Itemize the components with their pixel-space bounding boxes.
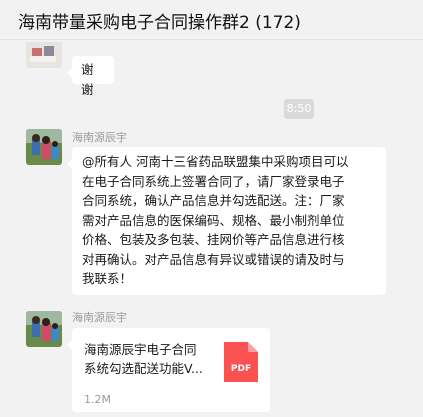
message-text: 谢谢 bbox=[81, 62, 94, 97]
pdf-icon-label: PDF bbox=[230, 364, 252, 374]
message-line: 价格、包装及多包装、挂网价等产品信息进行核 bbox=[82, 232, 345, 247]
avatar[interactable] bbox=[26, 42, 62, 68]
avatar[interactable] bbox=[26, 129, 62, 165]
message-line: 对再确认。对产品信息有异议或错误的请及时与 bbox=[82, 251, 345, 267]
sender-name: 海南源辰宇 bbox=[72, 311, 127, 324]
message-line: 需对产品信息的医保编码、规格、最小制剂单位 bbox=[82, 212, 345, 228]
message-bubble[interactable]: @所有人 河南十三省药品联盟集中采购项目可以 在电子合同系统上签署合同了，请厂家… bbox=[67, 147, 386, 295]
pdf-file-icon: PDF bbox=[224, 342, 258, 382]
file-size: 1.2M bbox=[84, 393, 111, 406]
sender-name: 海南源辰宇 bbox=[72, 131, 127, 144]
chat-title: 海南带量采购电子合同操作群2 (172) bbox=[18, 13, 301, 33]
message-line: 合同系统，确认产品信息并勾选配送。注：厂家 bbox=[82, 193, 345, 208]
message-line: 在电子合同系统上签署合同了，请厂家登录电子 bbox=[82, 173, 345, 189]
message-line: @所有人 河南十三省药品联盟集中采购项目可以 bbox=[82, 154, 349, 169]
avatar[interactable] bbox=[26, 311, 62, 347]
file-message[interactable]: 海南源辰宇电子合同 系统勾选配送功能V... 1.2M PDF bbox=[67, 328, 270, 412]
message-line: 我联系！ bbox=[82, 271, 133, 286]
message-bubble[interactable]: 谢谢 bbox=[67, 56, 114, 97]
timestamp: 8:50 bbox=[284, 99, 314, 119]
chat-header: 海南带量采购电子合同操作群2 (172) bbox=[0, 0, 423, 40]
